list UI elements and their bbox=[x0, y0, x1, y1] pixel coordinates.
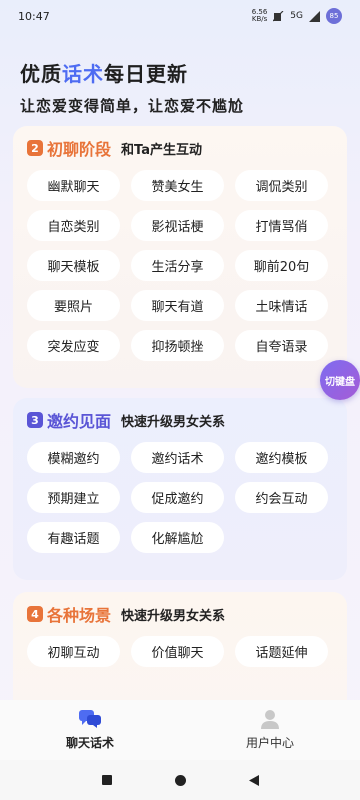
tag-chip[interactable]: 化解尴尬 bbox=[131, 522, 224, 553]
tag-chip[interactable]: 话题延伸 bbox=[235, 636, 328, 667]
section-number-badge: 2 bbox=[27, 140, 43, 156]
section-title: 初聊阶段 bbox=[47, 140, 112, 159]
section-scenarios: 4 各种场景 快速升级男女关系 初聊互动 价值聊天 话题延伸 bbox=[13, 592, 347, 712]
tag-chip[interactable]: 要照片 bbox=[27, 290, 120, 321]
tag-chip[interactable]: 打情骂俏 bbox=[235, 210, 328, 241]
section-header: 3 邀约见面 快速升级男女关系 bbox=[25, 398, 335, 442]
home-icon[interactable] bbox=[174, 774, 186, 786]
switch-keyboard-button[interactable]: 切键盘 bbox=[320, 360, 360, 400]
hero-subtitle: 让恋爱变得简单，让恋爱不尴尬 bbox=[20, 97, 245, 115]
tag-chip[interactable]: 模糊邀约 bbox=[27, 442, 120, 473]
tag-chip[interactable]: 促成邀约 bbox=[131, 482, 224, 513]
tag-chip[interactable]: 邀约模板 bbox=[235, 442, 328, 473]
system-nav-bar bbox=[0, 760, 360, 800]
tab-label: 用户中心 bbox=[245, 736, 294, 750]
section-tagline: 和Ta产生互动 bbox=[121, 142, 202, 158]
back-icon[interactable] bbox=[248, 774, 259, 786]
tag-chip[interactable]: 有趣话题 bbox=[27, 522, 120, 553]
signal-icon bbox=[309, 10, 320, 22]
section-header: 2 初聊阶段 和Ta产生互动 bbox=[25, 126, 335, 170]
signal-label: 5G bbox=[290, 11, 303, 21]
section-title: 邀约见面 bbox=[47, 412, 112, 431]
hero: 优质话术每日更新 让恋爱变得简单，让恋爱不尴尬 bbox=[20, 58, 244, 116]
section-header: 4 各种场景 快速升级男女关系 bbox=[25, 592, 335, 636]
section-number-badge: 4 bbox=[27, 606, 43, 622]
section-number-badge: 3 bbox=[27, 412, 43, 428]
status-icons: 6.56 KB/s 5G 85 bbox=[252, 8, 342, 24]
status-bar: 10:47 6.56 KB/s 5G 85 bbox=[0, 0, 360, 32]
tag-chip[interactable]: 预期建立 bbox=[27, 482, 120, 513]
mute-icon bbox=[273, 10, 284, 21]
recent-apps-icon[interactable] bbox=[101, 775, 112, 785]
tag-chip[interactable]: 调侃类别 bbox=[235, 170, 328, 201]
tag-chip[interactable]: 抑扬顿挫 bbox=[131, 330, 224, 361]
tag-chip[interactable]: 聊天有道 bbox=[131, 290, 224, 321]
tag-chip[interactable]: 幽默聊天 bbox=[27, 170, 120, 201]
tab-user-center[interactable]: 用户中心 bbox=[180, 700, 360, 760]
section-title: 各种场景 bbox=[47, 606, 112, 625]
section-chat-stage: 2 初聊阶段 和Ta产生互动 幽默聊天 赞美女生 调侃类别 自恋类别 影视话梗 … bbox=[13, 126, 347, 388]
section-invite-meet: 3 邀约见面 快速升级男女关系 模糊邀约 邀约话术 邀约模板 预期建立 促成邀约… bbox=[13, 398, 347, 580]
bottom-tab-bar: 聊天话术 用户中心 bbox=[0, 700, 360, 760]
tag-chip[interactable]: 价值聊天 bbox=[131, 636, 224, 667]
tag-grid: 初聊互动 价值聊天 话题延伸 bbox=[25, 636, 335, 667]
section-tagline: 快速升级男女关系 bbox=[121, 608, 226, 624]
battery-icon: 85 bbox=[326, 8, 342, 24]
tag-chip[interactable]: 土味情话 bbox=[235, 290, 328, 321]
tag-grid: 幽默聊天 赞美女生 调侃类别 自恋类别 影视话梗 打情骂俏 聊天模板 生活分享 … bbox=[25, 170, 335, 361]
chat-bubbles-icon bbox=[79, 710, 101, 728]
hero-title: 优质话术每日更新 bbox=[20, 62, 188, 86]
tag-chip[interactable]: 生活分享 bbox=[131, 250, 224, 281]
tab-chat-scripts[interactable]: 聊天话术 bbox=[0, 700, 180, 760]
tag-chip[interactable]: 赞美女生 bbox=[131, 170, 224, 201]
user-icon bbox=[261, 710, 279, 729]
tab-label: 聊天话术 bbox=[65, 736, 114, 750]
tag-chip[interactable]: 约会互动 bbox=[235, 482, 328, 513]
tag-chip[interactable]: 聊天模板 bbox=[27, 250, 120, 281]
tag-chip[interactable]: 聊前20句 bbox=[235, 250, 328, 281]
net-speed: 6.56 KB/s bbox=[251, 8, 268, 23]
section-tagline: 快速升级男女关系 bbox=[121, 414, 226, 430]
tag-chip[interactable]: 初聊互动 bbox=[27, 636, 120, 667]
tag-grid: 模糊邀约 邀约话术 邀约模板 预期建立 促成邀约 约会互动 有趣话题 化解尴尬 bbox=[25, 442, 335, 553]
tag-chip[interactable]: 邀约话术 bbox=[131, 442, 224, 473]
status-time: 10:47 bbox=[18, 9, 50, 23]
tag-chip[interactable]: 自恋类别 bbox=[27, 210, 120, 241]
tag-chip[interactable]: 影视话梗 bbox=[131, 210, 224, 241]
tag-chip[interactable]: 突发应变 bbox=[27, 330, 120, 361]
tag-chip[interactable]: 自夸语录 bbox=[235, 330, 328, 361]
